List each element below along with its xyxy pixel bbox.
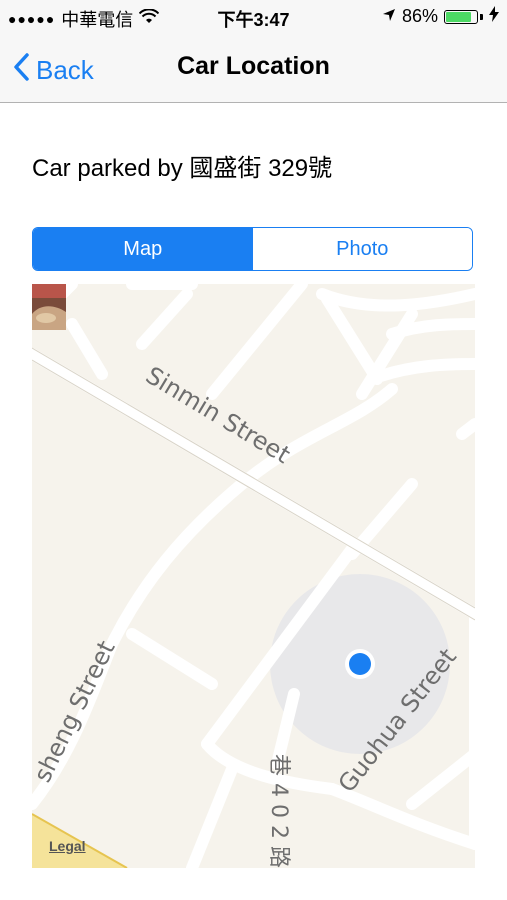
map-canvas: Sinmin Street sheng Street Guohua Street… — [32, 284, 475, 868]
status-bar: ●●●●● 中華電信 下午3:47 86% — [0, 0, 507, 34]
segment-photo[interactable]: Photo — [252, 228, 472, 270]
map-roads — [32, 284, 475, 868]
location-arrow-icon — [382, 6, 396, 27]
navigation-bar: Back Car Location — [0, 34, 507, 103]
battery-percent: 86% — [401, 6, 438, 26]
battery-nub — [480, 13, 483, 20]
battery-fill — [446, 11, 471, 22]
status-right: 86% — [382, 6, 499, 27]
charging-bolt-icon — [489, 6, 499, 27]
page-title: Car Location — [177, 52, 330, 80]
legal-link[interactable]: Legal — [49, 838, 86, 854]
battery-icon — [444, 9, 478, 24]
parked-location-text: Car parked by 國盛街 329號 — [32, 155, 333, 182]
map-view[interactable]: Sinmin Street sheng Street Guohua Street… — [32, 284, 475, 868]
user-location-dot — [349, 653, 371, 675]
segmented-control: Map Photo — [32, 227, 473, 271]
street-label-sheng: sheng Street — [32, 636, 121, 786]
street-label-lane: 巷 4 0 2 路 — [266, 754, 291, 868]
car-photo-thumbnail[interactable] — [32, 284, 66, 330]
segment-map[interactable]: Map — [33, 228, 253, 270]
